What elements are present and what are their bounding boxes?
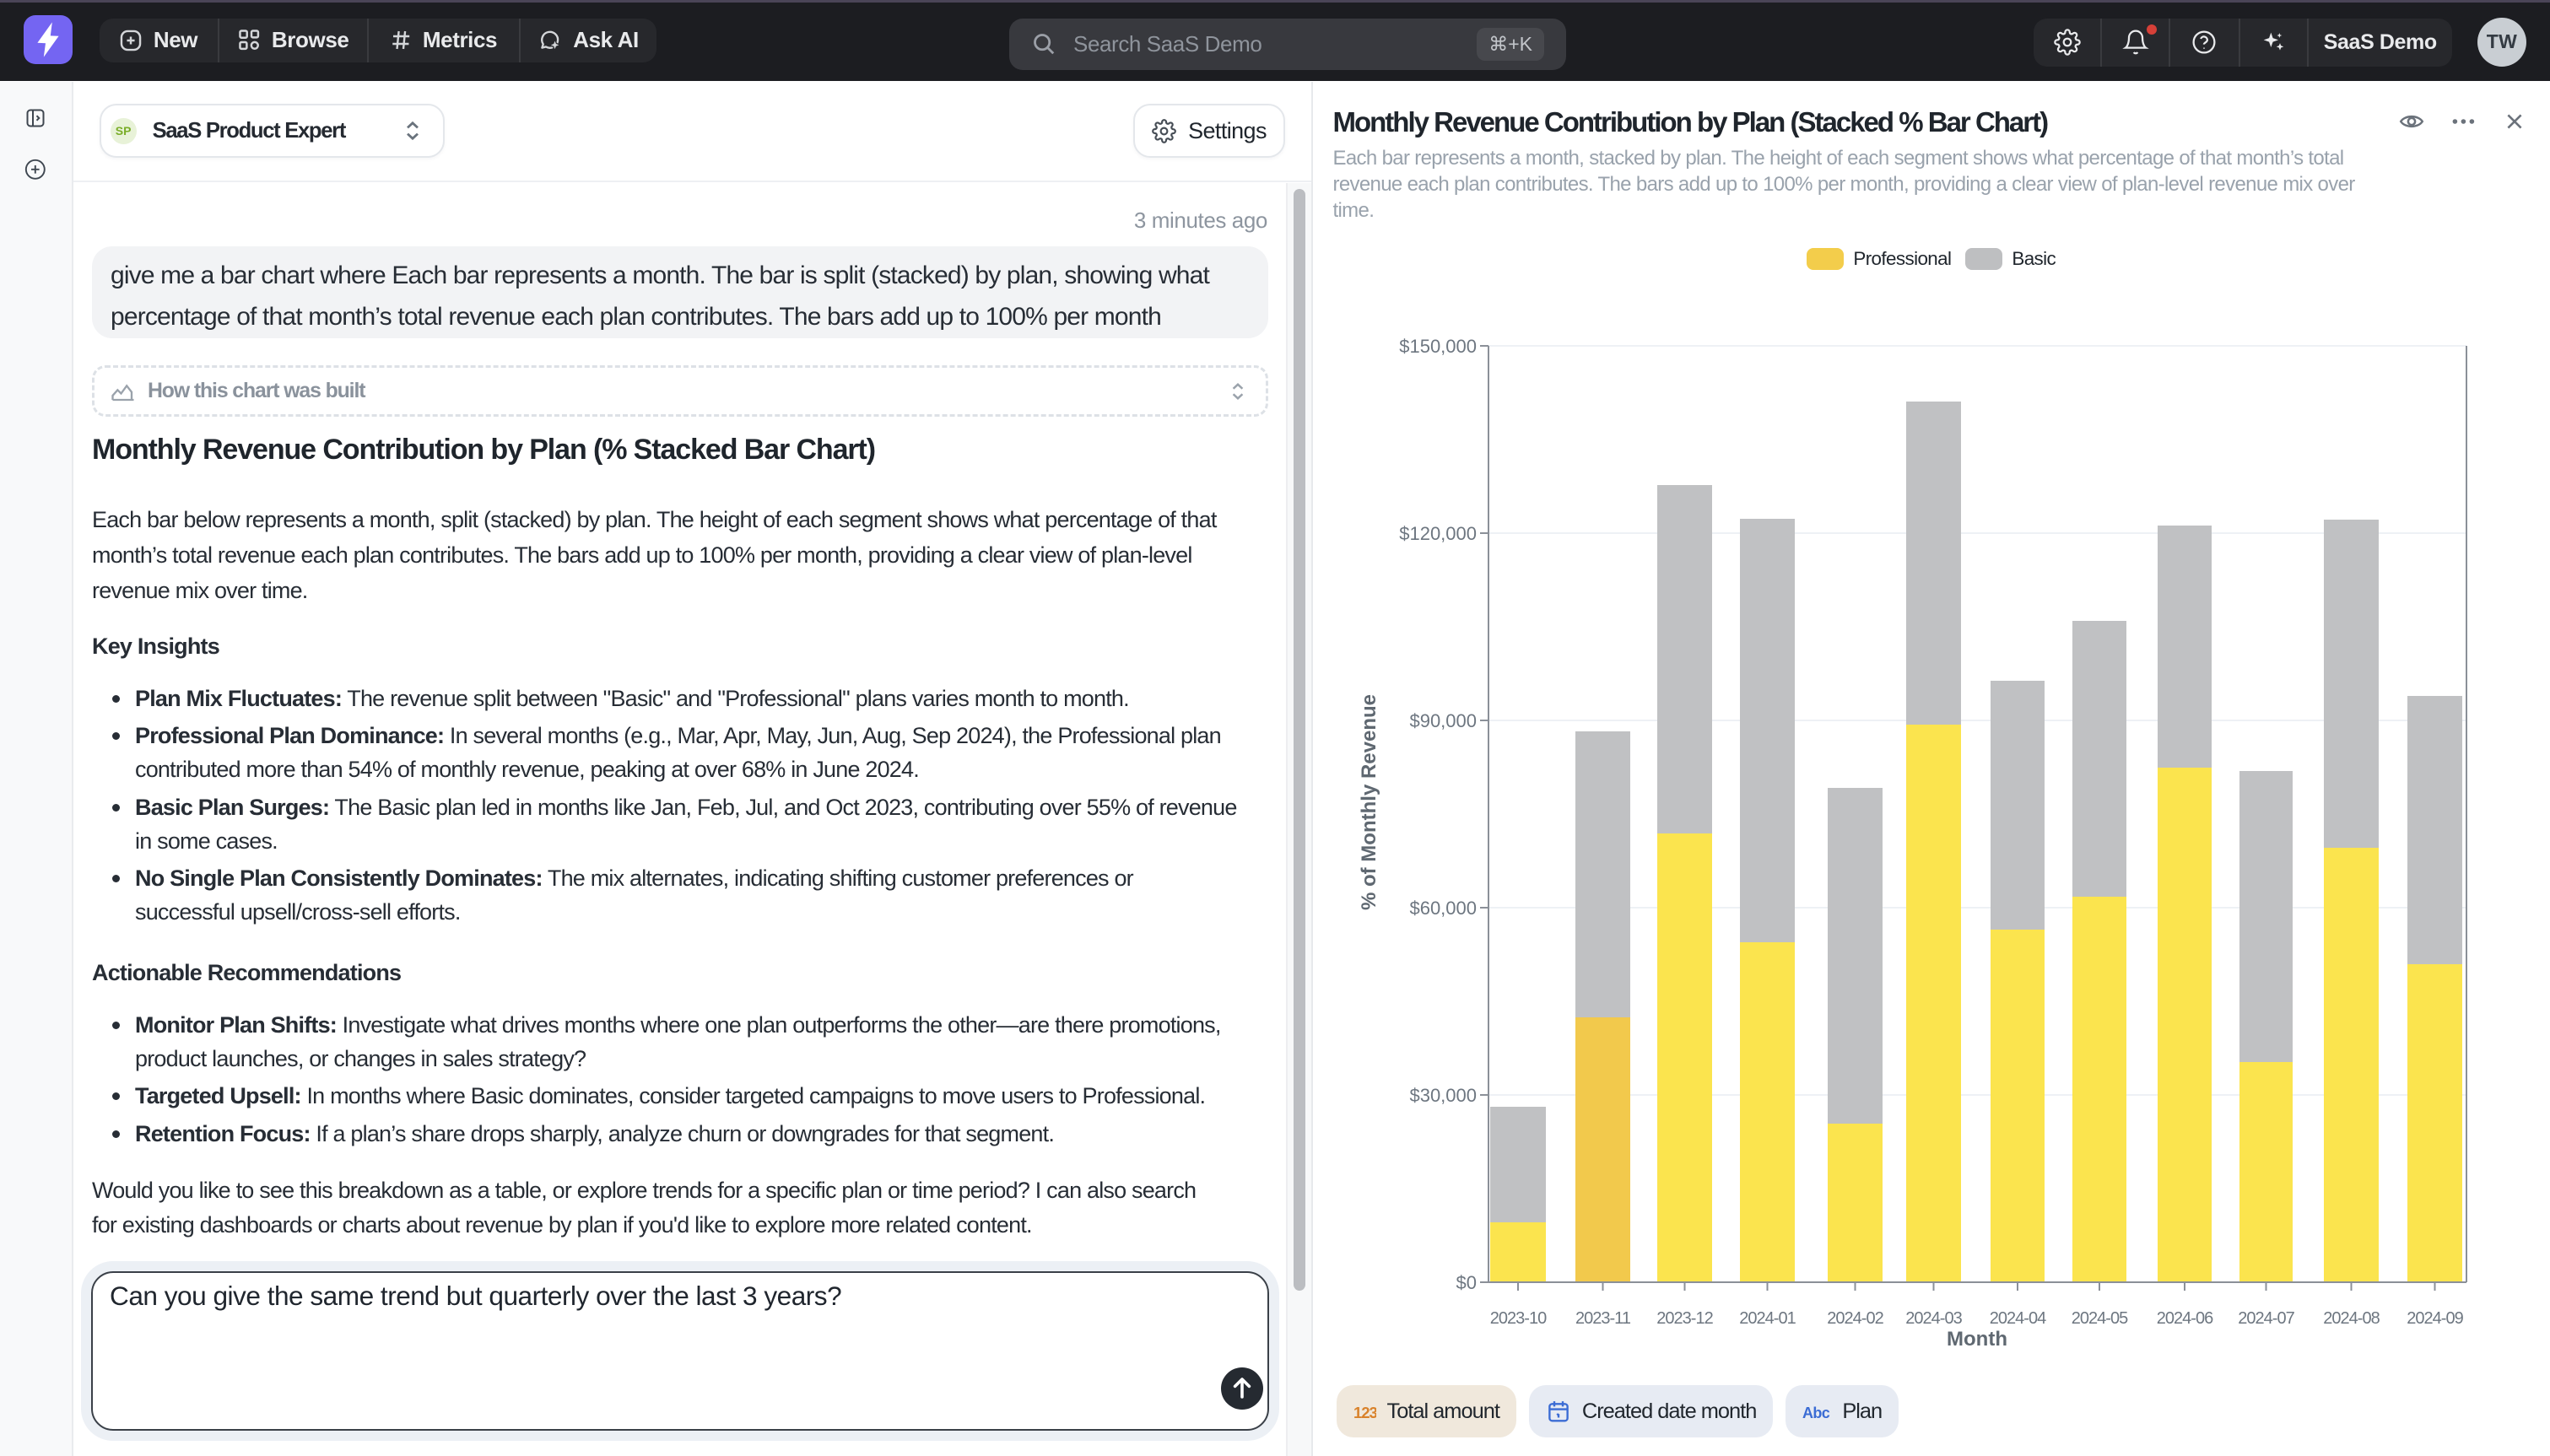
- svg-text:$90,000: $90,000: [1409, 710, 1477, 731]
- svg-text:Month: Month: [1947, 1328, 2007, 1351]
- svg-text:123: 123: [1353, 1404, 1376, 1421]
- svg-text:2023-11: 2023-11: [1575, 1309, 1631, 1328]
- svg-text:2024-02: 2024-02: [1827, 1309, 1883, 1328]
- svg-text:2024-04: 2024-04: [1989, 1309, 2045, 1328]
- svg-text:$0: $0: [1456, 1272, 1476, 1293]
- svg-text:2024-07: 2024-07: [2238, 1309, 2294, 1328]
- svg-text:$150,000: $150,000: [1399, 336, 1477, 357]
- svg-text:2024-06: 2024-06: [2156, 1309, 2212, 1328]
- svg-text:$30,000: $30,000: [1409, 1085, 1477, 1106]
- svg-text:Abc: Abc: [1802, 1405, 1830, 1421]
- svg-text:2023-10: 2023-10: [1489, 1309, 1546, 1328]
- svg-text:2023-12: 2023-12: [1656, 1309, 1713, 1328]
- svg-text:$120,000: $120,000: [1399, 523, 1477, 544]
- svg-text:2024-09: 2024-09: [2407, 1309, 2463, 1328]
- svg-text:2024-03: 2024-03: [1905, 1309, 1962, 1328]
- svg-text:% of Monthly Revenue: % of Monthly Revenue: [1358, 694, 1380, 910]
- svg-text:2024-01: 2024-01: [1739, 1309, 1796, 1328]
- svg-text:2024-08: 2024-08: [2323, 1309, 2380, 1328]
- svg-text:2024-05: 2024-05: [2071, 1309, 2127, 1328]
- svg-text:$60,000: $60,000: [1409, 898, 1477, 919]
